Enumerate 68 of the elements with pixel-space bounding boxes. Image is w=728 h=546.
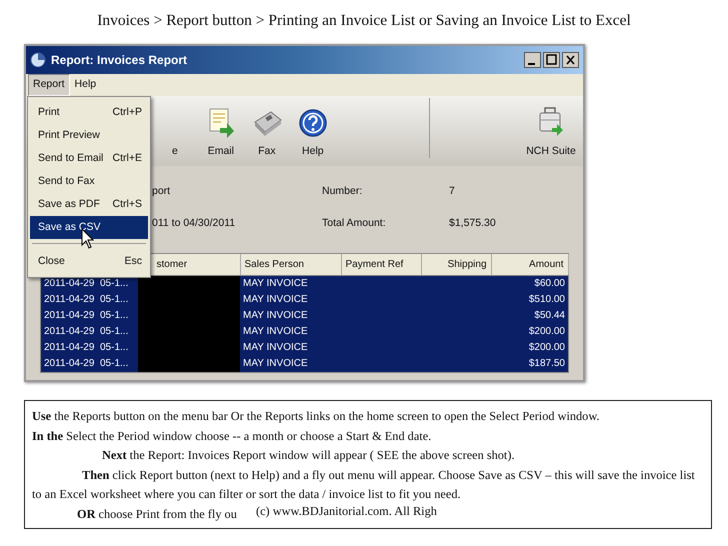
table-cell: 05-1... xyxy=(97,340,138,356)
table-cell: 05-1... xyxy=(97,308,138,324)
menu-item[interactable]: Close Esc xyxy=(30,250,148,273)
table-cell: MAY INVOICE xyxy=(240,308,341,324)
instruction-text: In the Select the Period window choose -- a month or choose a Start & End date. xyxy=(32,428,432,444)
minimize-icon[interactable] xyxy=(524,52,541,68)
toolbar-button[interactable]: NCH Suite xyxy=(523,106,579,160)
date-cell: 2011-04-29 xyxy=(41,324,97,340)
amount-cell: $200.00 xyxy=(491,340,568,356)
menu-item[interactable]: Save as PDF Ctrl+S xyxy=(30,193,148,216)
column-header[interactable]: Sales Person xyxy=(240,254,341,275)
field-label: Number: xyxy=(322,184,364,200)
instruction-text: Use the Reports button on the menu bar Or the Reports links on the home screen to open the Select Period window. xyxy=(32,408,600,425)
date-cell: 2011-04-29 xyxy=(41,292,97,308)
table-cell: 05-1... xyxy=(97,356,138,372)
menu-item[interactable]: Send to Email Ctrl+E xyxy=(30,147,148,170)
menu-item[interactable]: Send to Fax xyxy=(30,170,148,193)
table-cell: MAY INVOICE xyxy=(240,275,341,292)
column-header[interactable]: Payment Ref xyxy=(341,254,421,275)
info-text: 011 to 04/30/2011 xyxy=(152,216,236,232)
toolbar-button[interactable]: Email xyxy=(198,108,244,160)
menu-bar-item[interactable]: Report xyxy=(28,74,70,96)
instruction-text: Next the Report: Invoices Report window will appear ( SEE the above screen shot). xyxy=(101,447,516,464)
column-header[interactable]: stomer xyxy=(156,258,188,270)
date-cell: 2011-04-29 xyxy=(41,308,97,324)
info-text: port xyxy=(152,184,172,200)
table-cell: MAY INVOICE xyxy=(240,356,341,372)
help-icon xyxy=(298,108,327,138)
amount-cell: $187.50 xyxy=(491,356,568,372)
column-header[interactable]: Shipping xyxy=(421,254,491,275)
field-value: $1,575.30 xyxy=(449,216,497,232)
menu-item[interactable]: Save as CSV xyxy=(30,216,148,239)
amount-cell: $60.00 xyxy=(491,275,568,292)
table-row[interactable]: 2011-04-29 05-1... MAY INVOICE $60.00 xyxy=(41,275,568,292)
close-icon[interactable] xyxy=(562,52,579,68)
menu-item[interactable]: Print Preview xyxy=(30,124,148,147)
amount-cell: $50.44 xyxy=(491,308,568,324)
slide-title: Invoices > Report button > Printing an Invoice List or Saving an Invoice List to Excel xyxy=(97,11,631,31)
instruction-text: OR choose Print from the fly ou xyxy=(76,506,237,523)
toolbar-button[interactable]: Fax xyxy=(244,108,290,160)
amount-cell: $510.00 xyxy=(491,292,568,308)
toolbar-button[interactable]: Help xyxy=(290,108,336,160)
maximize-icon[interactable] xyxy=(543,52,560,68)
date-cell: 2011-04-29 xyxy=(41,356,97,372)
table-row[interactable]: 2011-04-29 05-1... MAY INVOICE $187.50 xyxy=(41,356,568,372)
instruction-text: Then click Report button (next to Help) and a fly out menu will appear. Choose Save as CSV – this will save the invoice list to an Excel worksheet where you can filter or sort the data / invoice list to fit you need. xyxy=(32,466,696,503)
app-icon xyxy=(30,52,46,68)
copyright-text: (c) www.BDJanitorial.com. All Righ xyxy=(256,502,437,520)
menu-item[interactable]: Print Ctrl+P xyxy=(30,101,148,124)
field-value: 7 xyxy=(449,184,456,200)
amount-cell: $200.00 xyxy=(491,324,568,340)
table-cell: MAY INVOICE xyxy=(240,324,341,340)
field-label: Total Amount: xyxy=(322,216,387,232)
table-cell: 05-1... xyxy=(97,324,138,340)
date-cell: 2011-04-29 xyxy=(41,340,97,356)
table-cell: 05-1... xyxy=(97,292,138,308)
column-header[interactable]: Amount xyxy=(491,254,568,275)
table-cell: MAY INVOICE xyxy=(240,292,341,308)
menu-bar-item[interactable]: Help xyxy=(70,74,102,96)
email-icon xyxy=(208,108,234,138)
toolbar-button[interactable]: e xyxy=(172,144,178,160)
table-row[interactable]: 2011-04-29 05-1... MAY INVOICE $50.44 xyxy=(41,308,568,324)
window-title: Report: Invoices Report xyxy=(51,52,188,69)
table-row[interactable]: 2011-04-29 05-1... MAY INVOICE $200.00 xyxy=(41,324,568,340)
briefcase-icon xyxy=(537,106,565,138)
table-cell: MAY INVOICE xyxy=(240,340,341,356)
table-row[interactable]: 2011-04-29 05-1... MAY INVOICE $510.00 xyxy=(41,292,568,308)
table-row[interactable]: 2011-04-29 05-1... MAY INVOICE $200.00 xyxy=(41,340,568,356)
